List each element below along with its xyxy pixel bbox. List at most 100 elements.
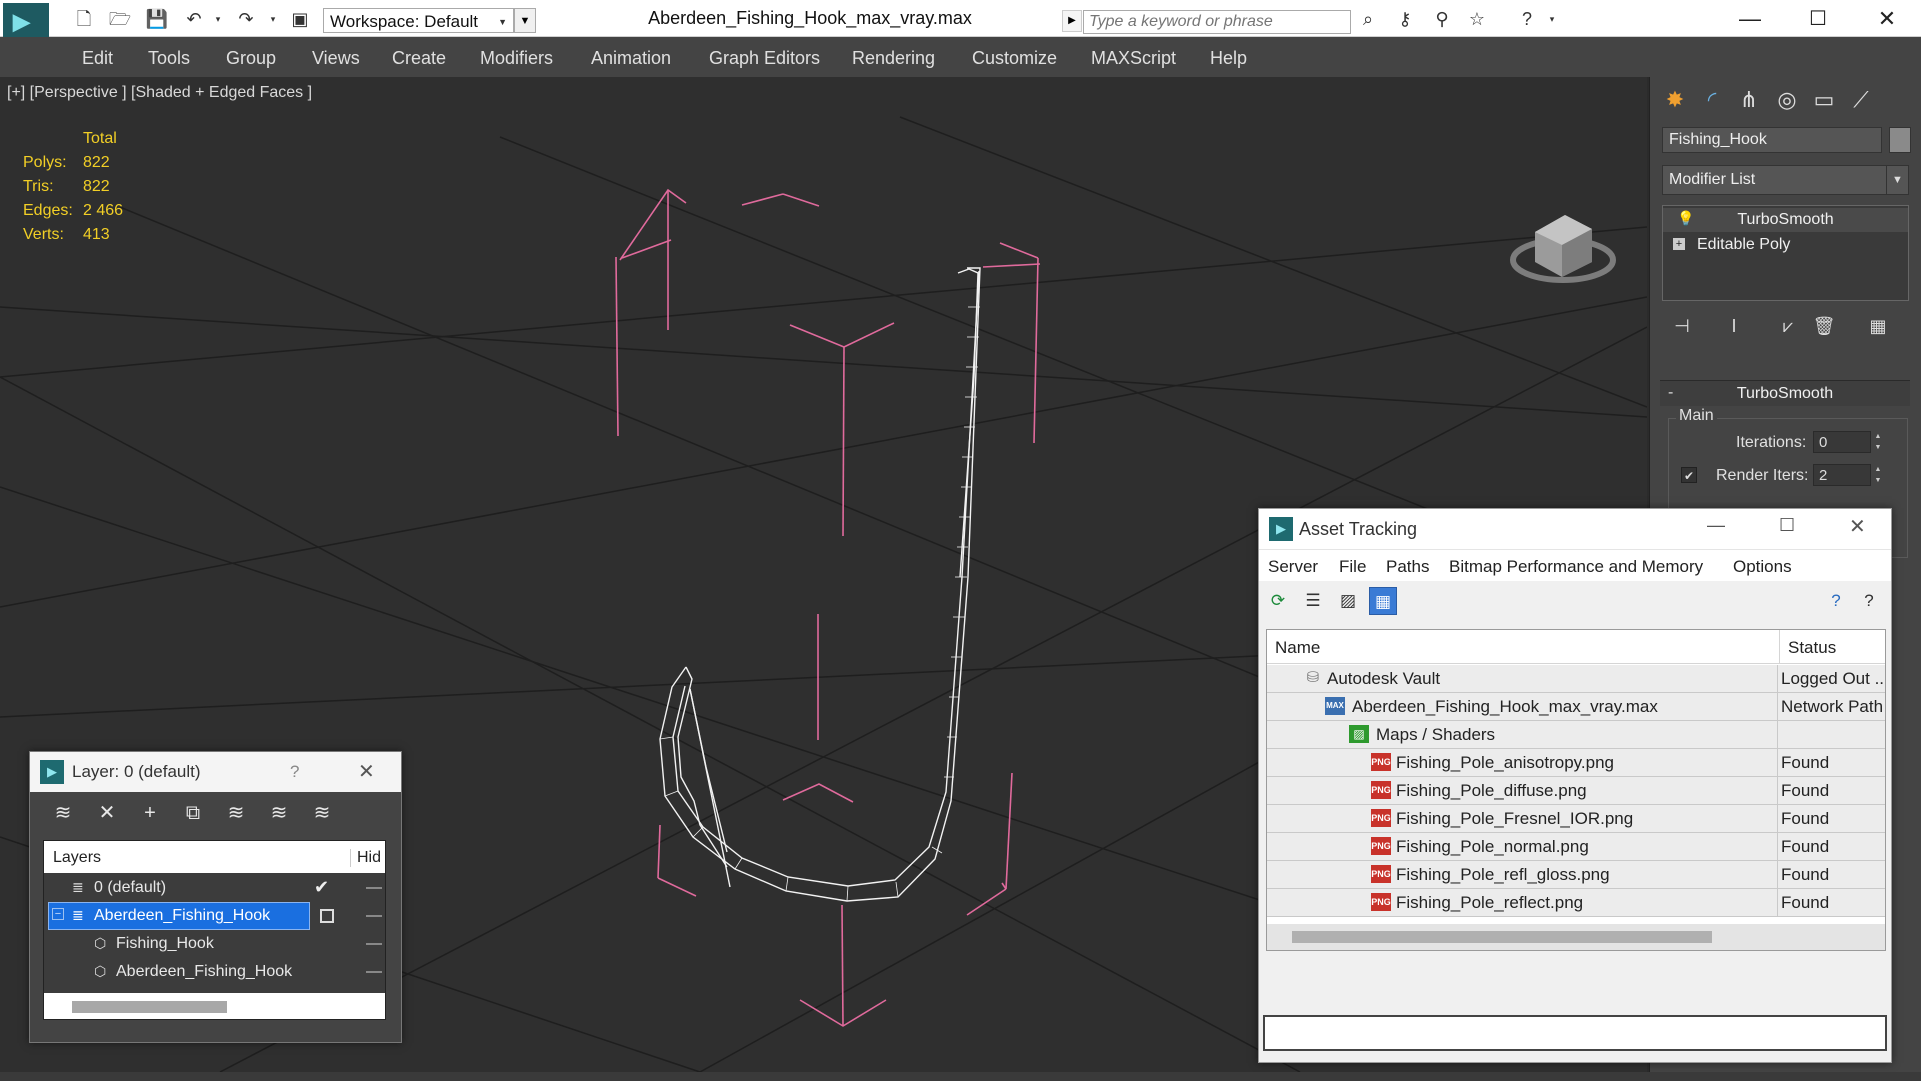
- stack-item-turbosmooth[interactable]: 💡 TurboSmooth: [1663, 208, 1908, 232]
- maximize-icon[interactable]: ☐: [1793, 4, 1843, 34]
- asset-menu-file[interactable]: File: [1339, 557, 1366, 577]
- asset-help-icon[interactable]: ?: [1855, 587, 1883, 615]
- select-objects-icon[interactable]: ⧉: [178, 799, 208, 827]
- help-icon[interactable]: ?: [290, 762, 299, 782]
- menu-edit[interactable]: Edit: [82, 48, 113, 69]
- hide-toggle[interactable]: [366, 887, 382, 889]
- visibility-toggle[interactable]: [320, 909, 334, 923]
- new-file-icon[interactable]: 🗋: [72, 8, 96, 30]
- list-view-icon[interactable]: ☰: [1299, 587, 1327, 615]
- list-item[interactable]: ≣ 0 (default) ✔: [44, 874, 385, 902]
- save-icon[interactable]: 💾: [145, 8, 169, 30]
- menu-modifiers[interactable]: Modifiers: [480, 48, 553, 69]
- object-name-field[interactable]: Fishing_Hook: [1662, 127, 1882, 153]
- asset-menu-bitmap-performance[interactable]: Bitmap Performance and Memory: [1449, 557, 1703, 577]
- menu-animation[interactable]: Animation: [591, 48, 671, 69]
- hide-toggle[interactable]: [366, 971, 382, 973]
- project-folder-icon[interactable]: ▣: [288, 8, 312, 30]
- utilities-tab-icon[interactable]: ⟋: [1845, 84, 1877, 116]
- horizontal-scrollbar[interactable]: [1267, 924, 1885, 950]
- display-tab-icon[interactable]: ▭: [1808, 84, 1840, 116]
- table-row[interactable]: ▨ Maps / Shaders: [1267, 721, 1885, 749]
- iterations-spinner[interactable]: 0: [1813, 431, 1871, 453]
- hide-layer-icon[interactable]: ≋: [307, 799, 337, 827]
- table-row[interactable]: PNG Fishing_Pole_diffuse.png Found: [1267, 777, 1885, 805]
- make-unique-icon[interactable]: ⩗: [1772, 313, 1804, 339]
- asset-path-field[interactable]: [1263, 1015, 1887, 1051]
- key-icon[interactable]: ⚷: [1393, 8, 1417, 30]
- modifier-list-dropdown[interactable]: Modifier List ▼: [1662, 165, 1909, 195]
- menu-maxscript[interactable]: MAXScript: [1091, 48, 1176, 69]
- hide-toggle[interactable]: [366, 943, 382, 945]
- horizontal-scrollbar[interactable]: [44, 993, 385, 1019]
- spinner-arrows-icon[interactable]: ▲ ▼: [1871, 431, 1885, 453]
- render-iters-checkbox[interactable]: ✔: [1681, 467, 1697, 483]
- column-header-layers[interactable]: Layers: [53, 849, 101, 867]
- viewcube[interactable]: [1510, 215, 1616, 283]
- workspace-dropdown[interactable]: Workspace: Default ▼: [323, 8, 514, 33]
- spinner-arrows-icon[interactable]: ▲ ▼: [1871, 464, 1885, 486]
- server-help-icon[interactable]: ?: [1822, 587, 1850, 615]
- redo-icon[interactable]: ↷: [234, 8, 258, 30]
- add-to-layer-icon[interactable]: +: [135, 799, 165, 827]
- create-layer-icon[interactable]: ≋: [48, 799, 78, 827]
- refresh-icon[interactable]: ⟳: [1264, 587, 1292, 615]
- workspace-menu-button[interactable]: ▼: [514, 8, 536, 33]
- scrollbar-thumb[interactable]: [1292, 931, 1712, 943]
- object-color-swatch[interactable]: [1889, 127, 1911, 153]
- lightbulb-icon[interactable]: 💡: [1677, 210, 1694, 227]
- asset-menu-paths[interactable]: Paths: [1386, 557, 1429, 577]
- stack-item-editable-poly[interactable]: + Editable Poly: [1663, 233, 1908, 257]
- table-row[interactable]: PNG Fishing_Pole_Fresnel_IOR.png Found: [1267, 805, 1885, 833]
- create-tab-icon[interactable]: ✸: [1659, 84, 1691, 116]
- column-header-status[interactable]: Status: [1779, 630, 1885, 664]
- collapse-icon[interactable]: −: [52, 908, 64, 920]
- viewport-label[interactable]: [+] [Perspective ] [Shaded + Edged Faces…: [7, 84, 312, 102]
- render-iters-spinner[interactable]: 2: [1813, 464, 1871, 486]
- menu-help[interactable]: Help: [1210, 48, 1247, 69]
- open-file-icon[interactable]: 🗁: [108, 8, 132, 30]
- search-input[interactable]: [1083, 10, 1351, 34]
- freeze-layer-icon[interactable]: ≋: [264, 799, 294, 827]
- modify-tab-icon[interactable]: ◜: [1696, 84, 1728, 116]
- motion-tab-icon[interactable]: ◎: [1771, 84, 1803, 116]
- menu-rendering[interactable]: Rendering: [852, 48, 935, 69]
- undo-icon[interactable]: ↶: [182, 8, 206, 30]
- help-icon[interactable]: ?: [1515, 8, 1539, 30]
- column-header-hide[interactable]: Hid: [350, 849, 381, 867]
- show-end-result-icon[interactable]: I: [1718, 313, 1750, 339]
- delete-layer-icon[interactable]: ✕: [92, 799, 122, 827]
- column-header-name[interactable]: Name: [1267, 630, 1779, 664]
- undo-dropdown-icon[interactable]: ▾: [206, 8, 230, 30]
- list-item[interactable]: ⬡ Aberdeen_Fishing_Hook: [44, 958, 385, 986]
- pin-stack-icon[interactable]: ⊣: [1666, 313, 1698, 339]
- redo-dropdown-icon[interactable]: ▾: [261, 8, 285, 30]
- active-layer-check-icon[interactable]: ✔: [314, 877, 329, 898]
- minimize-icon[interactable]: —: [1725, 4, 1775, 34]
- close-icon[interactable]: ✕: [1849, 514, 1866, 539]
- turbosmooth-rollout-header[interactable]: - TurboSmooth: [1660, 380, 1910, 406]
- app-menu-button[interactable]: ▶: [3, 3, 49, 37]
- close-icon[interactable]: ✕: [1862, 4, 1912, 34]
- select-layer-icon[interactable]: ≋: [221, 799, 251, 827]
- layer-title-bar[interactable]: ▶ Layer: 0 (default) ? ✕: [30, 752, 401, 792]
- table-row[interactable]: PNG Fishing_Pole_anisotropy.png Found: [1267, 749, 1885, 777]
- table-row[interactable]: PNG Fishing_Pole_refl_gloss.png Found: [1267, 861, 1885, 889]
- list-item[interactable]: − ≣ Aberdeen_Fishing_Hook: [44, 902, 385, 930]
- sign-in-icon[interactable]: ⚲: [1430, 8, 1454, 30]
- table-row[interactable]: PNG Fishing_Pole_normal.png Found: [1267, 833, 1885, 861]
- help-dropdown-icon[interactable]: ▾: [1540, 8, 1564, 30]
- table-row[interactable]: MAX Aberdeen_Fishing_Hook_max_vray.max N…: [1267, 693, 1885, 721]
- menu-customize[interactable]: Customize: [972, 48, 1057, 69]
- star-icon[interactable]: ☆: [1465, 8, 1489, 30]
- maximize-icon[interactable]: ☐: [1779, 515, 1795, 536]
- asset-tracking-title-bar[interactable]: ▶ Asset Tracking — ☐ ✕: [1259, 509, 1891, 549]
- menu-tools[interactable]: Tools: [148, 48, 190, 69]
- remove-modifier-icon[interactable]: 🗑: [1808, 313, 1840, 339]
- menu-create[interactable]: Create: [392, 48, 446, 69]
- table-view-icon[interactable]: ▦: [1369, 587, 1397, 615]
- thumbnail-view-icon[interactable]: ▨: [1334, 587, 1362, 615]
- scrollbar-thumb[interactable]: [72, 1001, 227, 1013]
- minimize-icon[interactable]: —: [1707, 515, 1725, 536]
- asset-menu-options[interactable]: Options: [1733, 557, 1792, 577]
